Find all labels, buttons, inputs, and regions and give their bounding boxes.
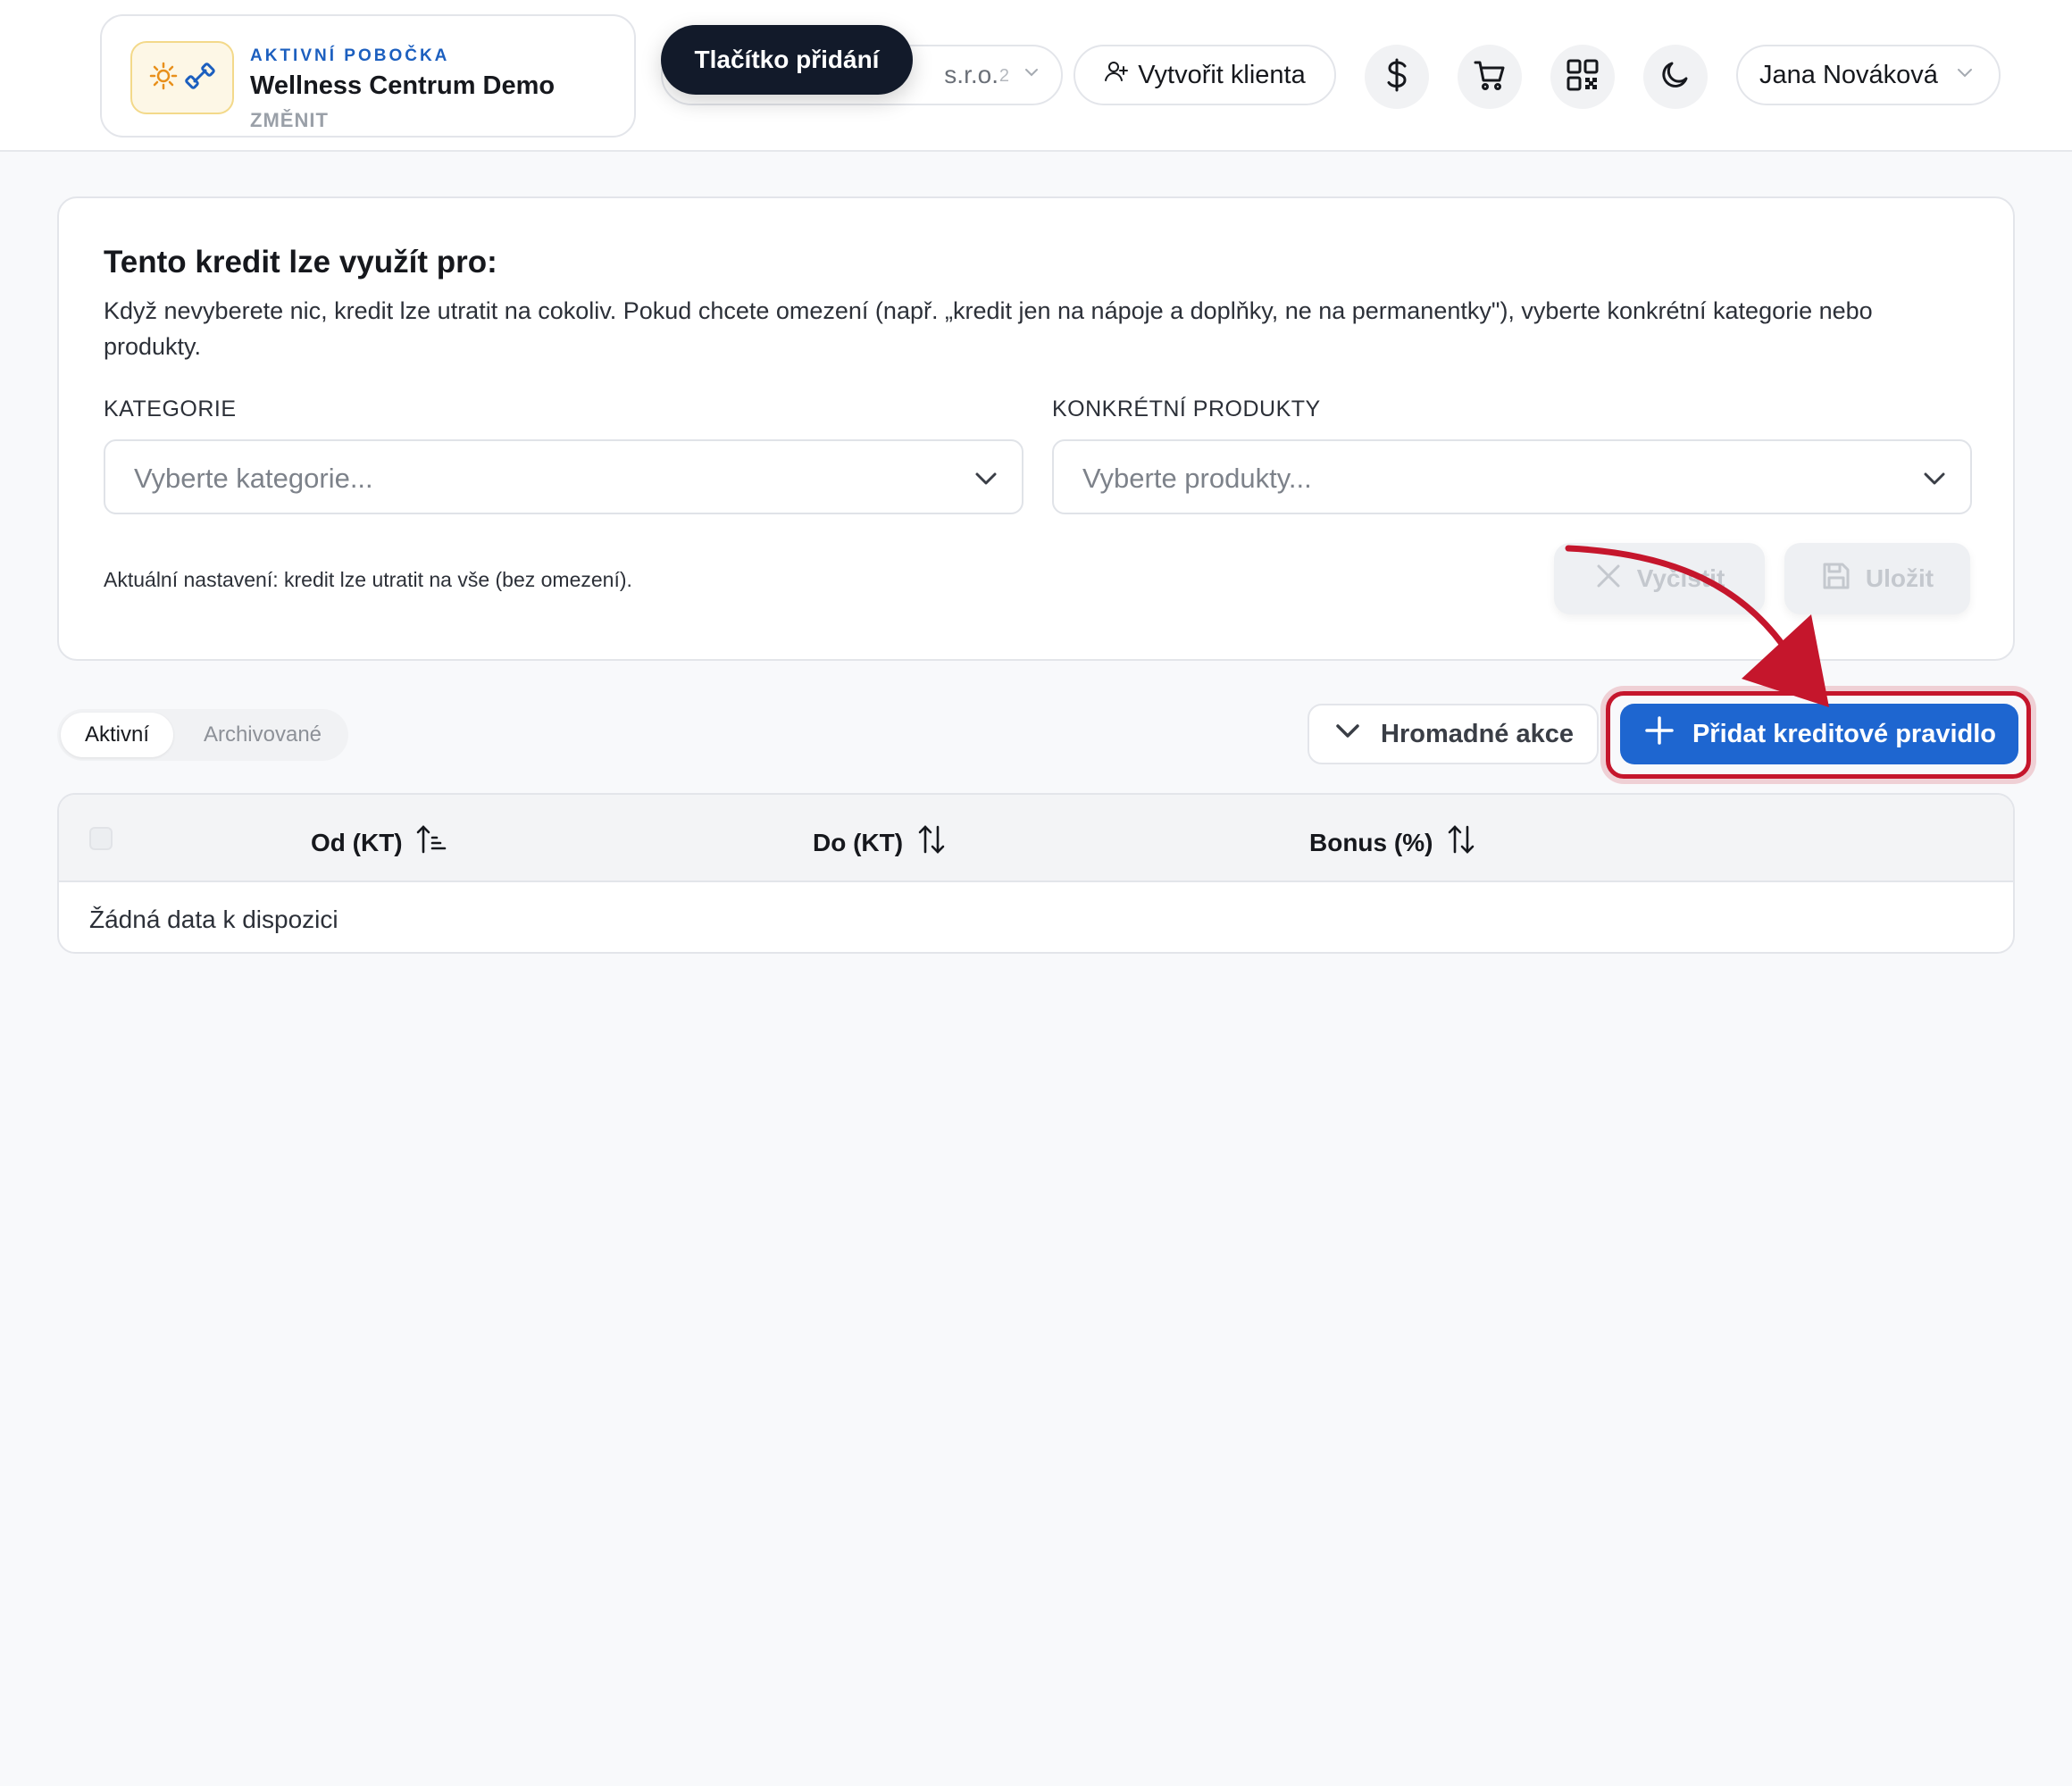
clear-button[interactable]: Vyčistit: [1554, 543, 1765, 614]
column-header-to[interactable]: Do (KT): [813, 823, 948, 862]
qr-button[interactable]: [1550, 45, 1615, 109]
credit-usage-card: Tento kredit lze využít pro: Když nevybe…: [57, 196, 2015, 661]
qr-code-icon: [1566, 58, 1600, 96]
tab-archived[interactable]: Archivované: [182, 713, 343, 757]
close-icon: [1594, 562, 1623, 597]
dollar-icon: [1381, 57, 1413, 97]
column-label: Do (KT): [813, 828, 904, 856]
categories-placeholder: Vyberte kategorie...: [134, 463, 373, 494]
moon-icon: [1658, 58, 1692, 96]
sun-icon: [149, 62, 178, 95]
sort-ascending-icon: [415, 823, 447, 862]
chevron-down-icon: [1022, 63, 1041, 87]
categories-label: KATEGORIE: [104, 396, 237, 421]
create-client-label: Vytvořit klienta: [1138, 60, 1306, 89]
credit-usage-description: Když nevyberete nic, kredit lze utratit …: [104, 297, 1873, 360]
select-all-checkbox[interactable]: [89, 827, 113, 850]
column-header-from[interactable]: Od (KT): [311, 823, 447, 862]
clear-label: Vyčistit: [1636, 564, 1725, 592]
cart-icon: [1473, 58, 1507, 96]
branch-name: Wellness Centrum Demo: [250, 71, 556, 100]
company-name: s.r.o.: [944, 61, 998, 88]
plus-icon: [1642, 714, 1676, 755]
theme-toggle-button[interactable]: [1643, 45, 1708, 109]
save-button[interactable]: Uložit: [1784, 543, 1970, 614]
save-label: Uložit: [1865, 564, 1934, 592]
branch-logo: [130, 41, 234, 114]
user-name: Jana Nováková: [1759, 60, 1938, 89]
empty-state-text: Žádná data k dispozici: [89, 906, 338, 933]
user-plus-icon: [1104, 59, 1129, 91]
user-menu[interactable]: Jana Nováková: [1736, 45, 2001, 105]
chevron-down-icon: [972, 464, 1000, 497]
sort-icon: [1445, 823, 1477, 862]
column-label: Od (KT): [311, 828, 403, 856]
add-credit-rule-label: Přidat kreditové pravidlo: [1692, 719, 1997, 748]
company-count: 2: [998, 66, 1009, 86]
chevron-down-icon: [1954, 61, 1976, 90]
branch-change-link[interactable]: ZMĚNIT: [250, 109, 329, 132]
tab-active[interactable]: Aktivní: [61, 713, 173, 757]
chevron-down-icon: [1333, 715, 1363, 753]
bulk-actions-label: Hromadné akce: [1381, 719, 1574, 748]
products-select[interactable]: Vyberte produkty...: [1052, 439, 1972, 514]
cart-button[interactable]: [1458, 45, 1522, 109]
branch-eyebrow: AKTIVNÍ POBOČKA: [250, 46, 450, 65]
dumbbell-icon: [185, 61, 215, 96]
current-setting-text: Aktuální nastavení: kredit lze utratit n…: [104, 568, 632, 591]
branch-switcher[interactable]: AKTIVNÍ POBOČKA Wellness Centrum Demo ZM…: [100, 14, 636, 138]
tooltip: Tlačítko přidání: [661, 25, 913, 95]
add-credit-rule-button[interactable]: Přidat kreditové pravidlo: [1620, 704, 2018, 764]
sort-icon: [915, 823, 948, 862]
bulk-actions-button[interactable]: Hromadné akce: [1308, 704, 1599, 764]
products-placeholder: Vyberte produkty...: [1082, 463, 1312, 494]
create-client-button[interactable]: Vytvořit klienta: [1074, 45, 1336, 105]
products-label: KONKRÉTNÍ PRODUKTY: [1052, 396, 1321, 421]
categories-select[interactable]: Vyberte kategorie...: [104, 439, 1023, 514]
save-icon: [1821, 561, 1851, 597]
status-tabs: Aktivní Archivované: [57, 709, 348, 761]
top-bar: AKTIVNÍ POBOČKA Wellness Centrum Demo ZM…: [0, 0, 2072, 152]
pricing-button[interactable]: [1365, 45, 1429, 109]
chevron-down-icon: [1920, 464, 1949, 497]
table-header: Od (KT) Do (KT) Bonus (%): [59, 795, 2013, 882]
credit-rules-table: Od (KT) Do (KT) Bonus (%) Žádná data k d…: [57, 793, 2015, 954]
column-label: Bonus (%): [1309, 828, 1433, 856]
credit-usage-title: Tento kredit lze využít pro:: [104, 245, 497, 280]
column-header-bonus[interactable]: Bonus (%): [1309, 823, 1477, 862]
